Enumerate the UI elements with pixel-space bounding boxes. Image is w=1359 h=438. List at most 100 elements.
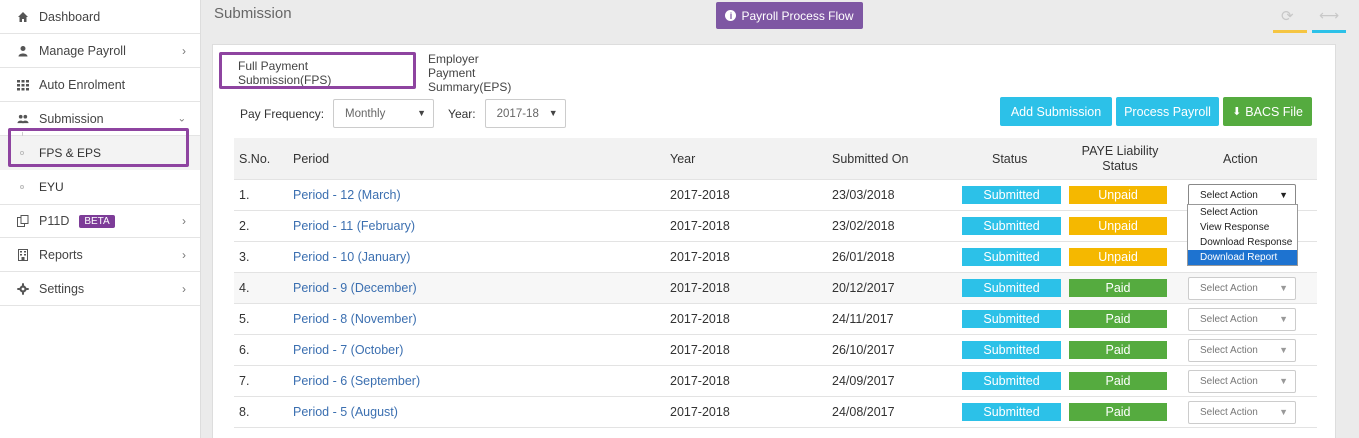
paye-status-badge: Unpaid xyxy=(1069,186,1167,204)
action-select[interactable]: Select Action ▼ xyxy=(1188,308,1296,331)
sidebar-subitem-eyu[interactable]: EYU xyxy=(0,170,200,204)
caret-down-icon: ▼ xyxy=(1279,283,1288,293)
chevron-right-icon: › xyxy=(182,43,186,58)
status-badge: Submitted xyxy=(962,372,1061,390)
cell-submitted-on: 24/09/2017 xyxy=(832,374,895,388)
sidebar-item-dashboard[interactable]: Dashboard xyxy=(0,0,200,34)
cell-period-link[interactable]: Period - 12 (March) xyxy=(293,180,401,210)
sidebar-item-auto-enrolment[interactable]: Auto Enrolment xyxy=(0,68,200,102)
status-badge: Submitted xyxy=(962,248,1061,266)
caret-down-icon: ▼ xyxy=(417,108,427,118)
copy-icon xyxy=(17,215,29,227)
cell-period-link[interactable]: Period - 11 (February) xyxy=(293,211,415,241)
sidebar-item-label: P11D xyxy=(39,214,70,228)
cell-sno: 3. xyxy=(239,250,250,264)
sidebar-item-label: Dashboard xyxy=(39,9,101,24)
sidebar-subitem-fps-eps[interactable]: FPS & EPS xyxy=(0,136,200,170)
action-select[interactable]: Select Action ▼ xyxy=(1188,401,1296,424)
year-value: 2017-18 xyxy=(496,107,539,120)
caret-down-icon: ▼ xyxy=(1279,190,1288,200)
cell-year: 2017-2018 xyxy=(670,281,730,295)
dropdown-option-download-report[interactable]: Download Report xyxy=(1188,250,1297,265)
user-icon xyxy=(17,45,29,57)
action-dropdown-menu: Select Action View Response Download Res… xyxy=(1187,204,1298,266)
action-select-value: Select Action xyxy=(1200,283,1258,294)
dropdown-option-download-response[interactable]: Download Response xyxy=(1188,235,1297,250)
paye-status-badge: Paid xyxy=(1069,310,1167,328)
paye-status-badge: Unpaid xyxy=(1069,217,1167,235)
chevron-right-icon: › xyxy=(182,214,186,228)
gear-icon xyxy=(17,282,29,295)
status-badge: Submitted xyxy=(962,279,1061,297)
action-select[interactable]: Select Action ▼ xyxy=(1188,339,1296,362)
sidebar-item-label: Manage Payroll xyxy=(39,43,126,58)
page-title: Submission xyxy=(214,5,292,22)
dropdown-option-view-response[interactable]: View Response xyxy=(1188,220,1297,235)
refresh-underline xyxy=(1273,30,1307,33)
home-icon xyxy=(17,11,29,23)
action-select[interactable]: Select Action ▼ xyxy=(1188,277,1296,300)
refresh-icon[interactable]: ⟳ xyxy=(1281,7,1294,25)
status-badge: Submitted xyxy=(962,217,1061,235)
header-paye-line1: PAYE Liability xyxy=(1081,143,1159,158)
year-select[interactable]: 2017-18 ▼ xyxy=(484,99,566,128)
cell-period-link[interactable]: Period - 5 (August) xyxy=(293,397,398,427)
paye-status-badge: Paid xyxy=(1069,279,1167,297)
action-select[interactable]: Select Action ▼ xyxy=(1188,370,1296,393)
dropdown-option-select-action[interactable]: Select Action xyxy=(1188,205,1297,220)
header-sno: S.No. xyxy=(239,151,271,166)
action-select-value: Select Action xyxy=(1200,345,1258,356)
action-select-value: Select Action xyxy=(1200,190,1258,201)
action-select-value: Select Action xyxy=(1200,314,1258,325)
cell-year: 2017-2018 xyxy=(670,343,730,357)
cell-submitted-on: 23/02/2018 xyxy=(832,219,895,233)
cell-period-link[interactable]: Period - 10 (January) xyxy=(293,242,410,272)
tab-eps[interactable]: Employer Payment Summary(EPS) xyxy=(428,52,511,94)
cell-period-link[interactable]: Period - 7 (October) xyxy=(293,335,403,365)
collapse-icon[interactable]: ⟷ xyxy=(1319,7,1339,24)
collapse-underline xyxy=(1312,30,1346,33)
sidebar-item-reports[interactable]: Reports › xyxy=(0,238,200,272)
cell-period-link[interactable]: Period - 9 (December) xyxy=(293,273,417,303)
cell-period-link[interactable]: Period - 8 (November) xyxy=(293,304,417,334)
table-row: 6. Period - 7 (October) 2017-2018 26/10/… xyxy=(234,334,1317,365)
sidebar-item-submission[interactable]: Submission ⌄ xyxy=(0,102,200,136)
process-payroll-button[interactable]: Process Payroll xyxy=(1116,97,1219,126)
right-edge xyxy=(1347,0,1359,438)
pay-frequency-select[interactable]: Monthly ▼ xyxy=(333,99,435,128)
sidebar-subitem-label: EYU xyxy=(39,180,64,194)
cell-year: 2017-2018 xyxy=(670,405,730,419)
sidebar-item-p11d[interactable]: P11D BETA › xyxy=(0,204,200,238)
add-submission-button[interactable]: Add Submission xyxy=(1000,97,1112,126)
status-badge: Submitted xyxy=(962,310,1061,328)
info-icon: i xyxy=(725,10,737,21)
caret-down-icon: ▼ xyxy=(1279,407,1288,417)
add-submission-label: Add Submission xyxy=(1010,104,1102,119)
payroll-process-flow-button[interactable]: i Payroll Process Flow xyxy=(716,2,863,29)
tab-fps[interactable]: Full Payment Submission(FPS) xyxy=(238,57,331,89)
cell-year: 2017-2018 xyxy=(670,374,730,388)
cell-sno: 6. xyxy=(239,343,250,357)
top-bar: Submission i Payroll Process Flow ⟳ ⟷ xyxy=(201,0,1359,40)
header-paye-line2: Status xyxy=(1102,158,1138,173)
cell-submitted-on: 24/11/2017 xyxy=(832,312,894,326)
cell-submitted-on: 20/12/2017 xyxy=(832,281,895,295)
submission-card: Full Payment Submission(FPS) Employer Pa… xyxy=(212,44,1336,438)
cell-submitted-on: 26/01/2018 xyxy=(832,250,895,264)
cell-sno: 1. xyxy=(239,188,250,202)
grid-icon xyxy=(17,79,29,91)
sidebar-item-manage-payroll[interactable]: Manage Payroll › xyxy=(0,34,200,68)
cell-year: 2017-2018 xyxy=(670,312,730,326)
status-badge: Submitted xyxy=(962,403,1061,421)
sidebar-item-settings[interactable]: Settings › xyxy=(0,272,200,306)
sidebar: Dashboard Manage Payroll › Auto Enrolmen… xyxy=(0,0,201,438)
table-row-partial xyxy=(234,427,1317,438)
bacs-file-button[interactable]: ⬇ BACS File xyxy=(1223,97,1312,126)
cell-period-link[interactable]: Period - 6 (September) xyxy=(293,366,420,396)
tab-label: Employer Payment Summary(EPS) xyxy=(428,52,512,94)
cell-submitted-on: 23/03/2018 xyxy=(832,188,895,202)
caret-down-icon: ▼ xyxy=(1279,376,1288,386)
action-select-value: Select Action xyxy=(1200,407,1258,418)
action-select-value: Select Action xyxy=(1200,376,1258,387)
process-payroll-label: Process Payroll xyxy=(1124,104,1211,119)
